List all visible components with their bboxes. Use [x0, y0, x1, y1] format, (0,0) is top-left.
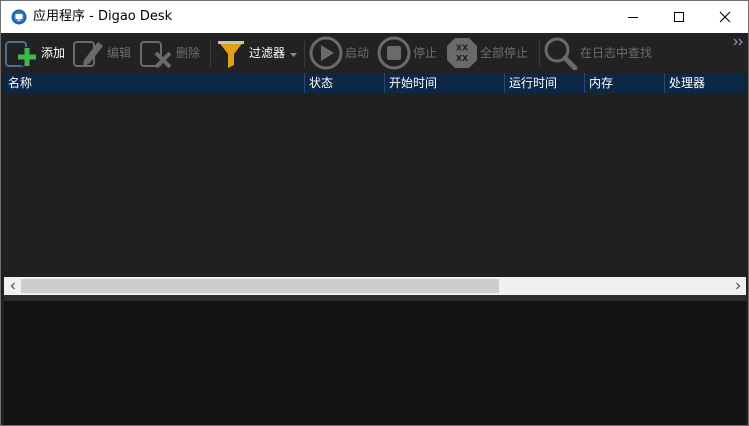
filter-button[interactable]: 过滤器 — [216, 33, 298, 72]
filter-label: 过滤器 — [249, 45, 286, 60]
scrollbar-thumb[interactable] — [21, 279, 499, 293]
maximize-icon — [674, 12, 684, 22]
toolbar-overflow-icon[interactable] — [733, 37, 745, 47]
window-title: 应用程序 - Digao Desk — [33, 9, 173, 24]
column-header-processor[interactable]: 处理器 — [665, 73, 746, 93]
horizontal-scrollbar[interactable] — [4, 277, 746, 295]
column-header-run-time[interactable]: 运行时间 — [505, 73, 585, 93]
stop-all-button[interactable]: XX XX 全部停止 — [445, 33, 528, 72]
stop-button[interactable]: 停止 — [376, 33, 437, 72]
search-icon — [544, 37, 578, 70]
column-header-status[interactable]: 状态 — [305, 73, 385, 93]
toolbar-separator — [304, 39, 305, 67]
list-header: 名称 状态 开始时间 运行时间 内存 处理器 — [4, 73, 746, 93]
stop-label: 停止 — [413, 45, 438, 60]
edit-label: 编辑 — [107, 45, 132, 60]
filter-icon — [218, 40, 244, 68]
delete-label: 删除 — [176, 45, 201, 60]
find-in-log-label: 在日志中查找 — [580, 45, 653, 60]
scroll-right-button[interactable] — [729, 277, 746, 295]
delete-button[interactable]: 删除 — [139, 33, 200, 72]
stop-all-icon: XX XX — [447, 37, 477, 68]
edit-icon — [73, 40, 103, 67]
application-list[interactable] — [4, 93, 746, 277]
add-button[interactable]: 添加 — [4, 33, 65, 72]
column-header-name[interactable]: 名称 — [4, 73, 305, 93]
column-header-memory[interactable]: 内存 — [585, 73, 665, 93]
minimize-button[interactable] — [610, 1, 656, 33]
stop-icon — [377, 36, 411, 69]
toolbar: 添加 编辑 删除 过滤器 启动 停止 XX XX 全部停止 在日志中查找 — [1, 33, 748, 72]
app-icon — [11, 9, 27, 25]
maximize-button[interactable] — [656, 1, 702, 33]
app-window: 应用程序 - Digao Desk 添加 编辑 删除 过滤器 启动 停止 XX … — [0, 0, 749, 426]
toolbar-separator — [539, 39, 540, 67]
svg-text:XX: XX — [456, 43, 469, 52]
chevron-left-icon — [10, 282, 15, 290]
chevron-right-icon — [735, 282, 740, 290]
edit-button[interactable]: 编辑 — [72, 33, 131, 72]
stop-all-label: 全部停止 — [480, 45, 529, 60]
log-panel[interactable] — [4, 301, 746, 425]
delete-icon — [140, 40, 172, 68]
title-bar: 应用程序 - Digao Desk — [1, 1, 748, 33]
close-button[interactable] — [702, 1, 748, 33]
chevron-down-icon — [290, 52, 298, 57]
toolbar-separator — [210, 39, 211, 67]
close-icon — [719, 11, 731, 23]
add-icon — [5, 40, 37, 67]
svg-text:XX: XX — [456, 54, 469, 63]
find-in-log-button[interactable]: 在日志中查找 — [543, 33, 652, 72]
column-header-start-time[interactable]: 开始时间 — [385, 73, 505, 93]
play-icon — [309, 36, 343, 69]
start-label: 启动 — [345, 45, 370, 60]
start-button[interactable]: 启动 — [308, 33, 369, 72]
add-label: 添加 — [41, 45, 66, 60]
minimize-icon — [628, 17, 638, 18]
scroll-left-button[interactable] — [4, 277, 21, 295]
